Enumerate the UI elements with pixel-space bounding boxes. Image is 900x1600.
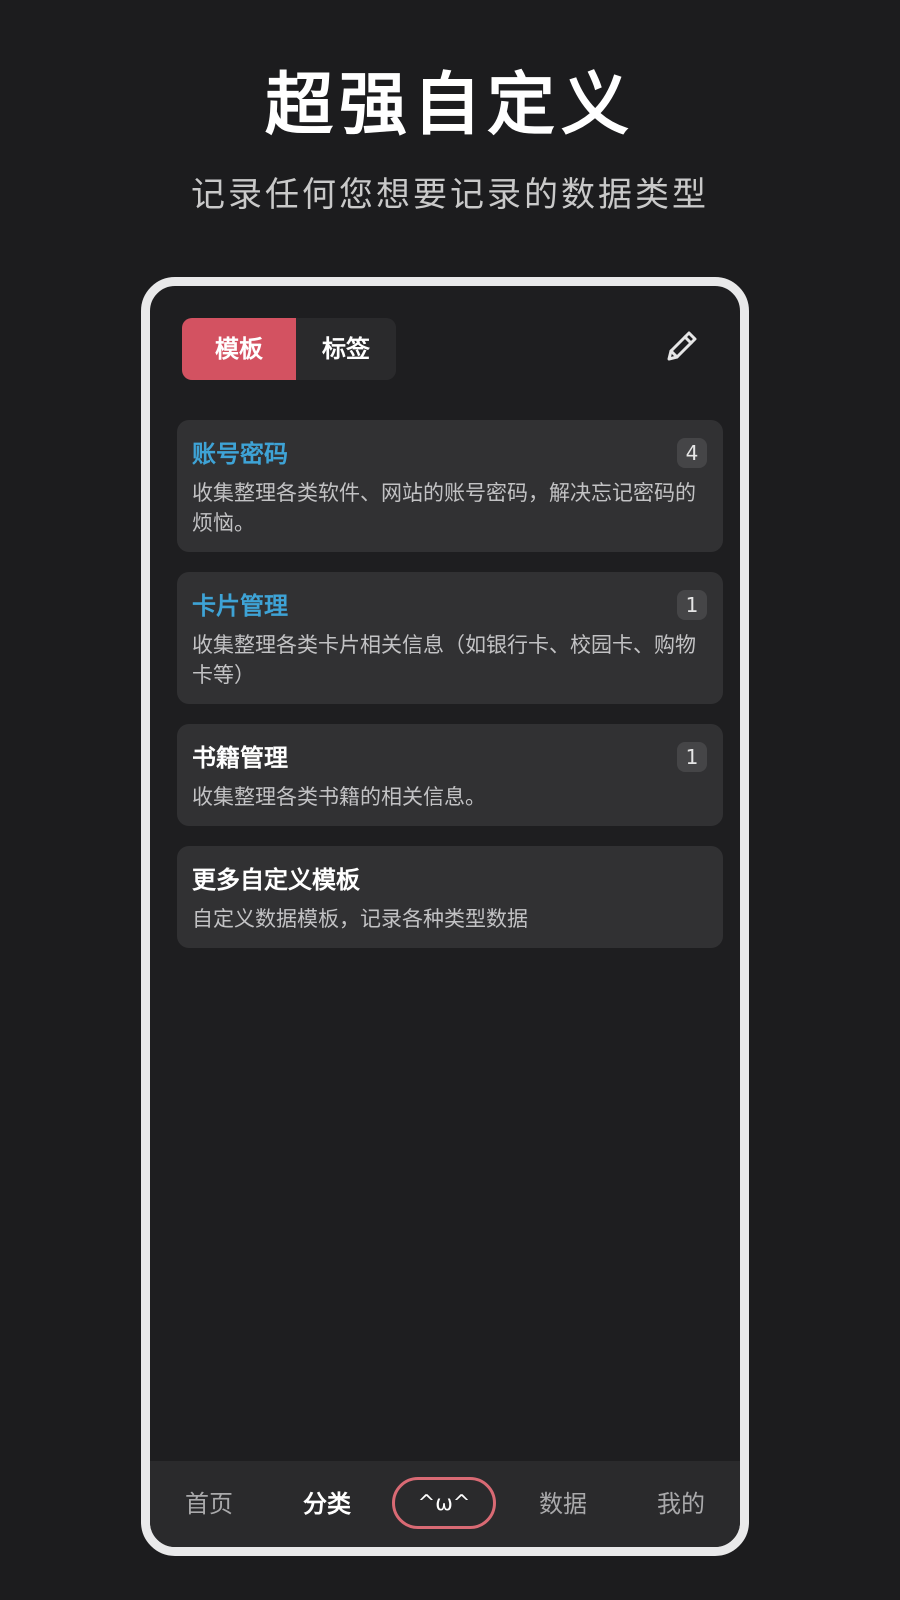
tab-templates[interactable]: 模板 (182, 318, 296, 380)
bottom-tab-bar: 首页 分类 ^ω^ 数据 我的 (150, 1461, 740, 1547)
template-description: 自定义数据模板，记录各种类型数据 (192, 907, 528, 931)
count-badge: 4 (677, 438, 707, 468)
template-title: 书籍管理 (192, 744, 288, 772)
template-list: 账号密码 4 收集整理各类软件、网站的账号密码，解决忘记密码的烦恼。 卡片管理 … (177, 420, 723, 968)
center-action-button[interactable]: ^ω^ (392, 1477, 496, 1529)
count-badge: 1 (677, 742, 707, 772)
edit-button[interactable] (662, 326, 702, 366)
template-card-more[interactable]: 更多自定义模板 自定义数据模板，记录各种类型数据 (177, 846, 723, 948)
pencil-icon (667, 331, 697, 361)
template-card-cards[interactable]: 卡片管理 1 收集整理各类卡片相关信息（如银行卡、校园卡、购物卡等） (177, 572, 723, 704)
tab-tags[interactable]: 标签 (296, 318, 396, 380)
template-description: 收集整理各类书籍的相关信息。 (192, 785, 486, 809)
template-card-accounts[interactable]: 账号密码 4 收集整理各类软件、网站的账号密码，解决忘记密码的烦恼。 (177, 420, 723, 552)
template-title: 卡片管理 (192, 592, 288, 620)
phone-frame: 模板 标签 账号密码 4 收集整理各类软件、网站的账号密码，解决忘记密码的烦恼。… (141, 277, 749, 1556)
tab-mine[interactable]: 我的 (622, 1461, 740, 1547)
template-card-books[interactable]: 书籍管理 1 收集整理各类书籍的相关信息。 (177, 724, 723, 826)
template-title: 账号密码 (192, 440, 288, 468)
tab-data[interactable]: 数据 (504, 1461, 622, 1547)
template-description: 收集整理各类软件、网站的账号密码，解决忘记密码的烦恼。 (192, 481, 696, 535)
segmented-control: 模板 标签 (182, 318, 396, 380)
template-description: 收集整理各类卡片相关信息（如银行卡、校园卡、购物卡等） (192, 633, 696, 687)
tab-category[interactable]: 分类 (268, 1461, 386, 1547)
tab-home[interactable]: 首页 (150, 1461, 268, 1547)
template-title: 更多自定义模板 (192, 866, 360, 894)
count-badge: 1 (677, 590, 707, 620)
promo-subline: 记录任何您想要记录的数据类型 (191, 175, 709, 215)
app-screen: 模板 标签 账号密码 4 收集整理各类软件、网站的账号密码，解决忘记密码的烦恼。… (150, 286, 740, 1547)
promo-headline: 超强自定义 (264, 66, 635, 145)
